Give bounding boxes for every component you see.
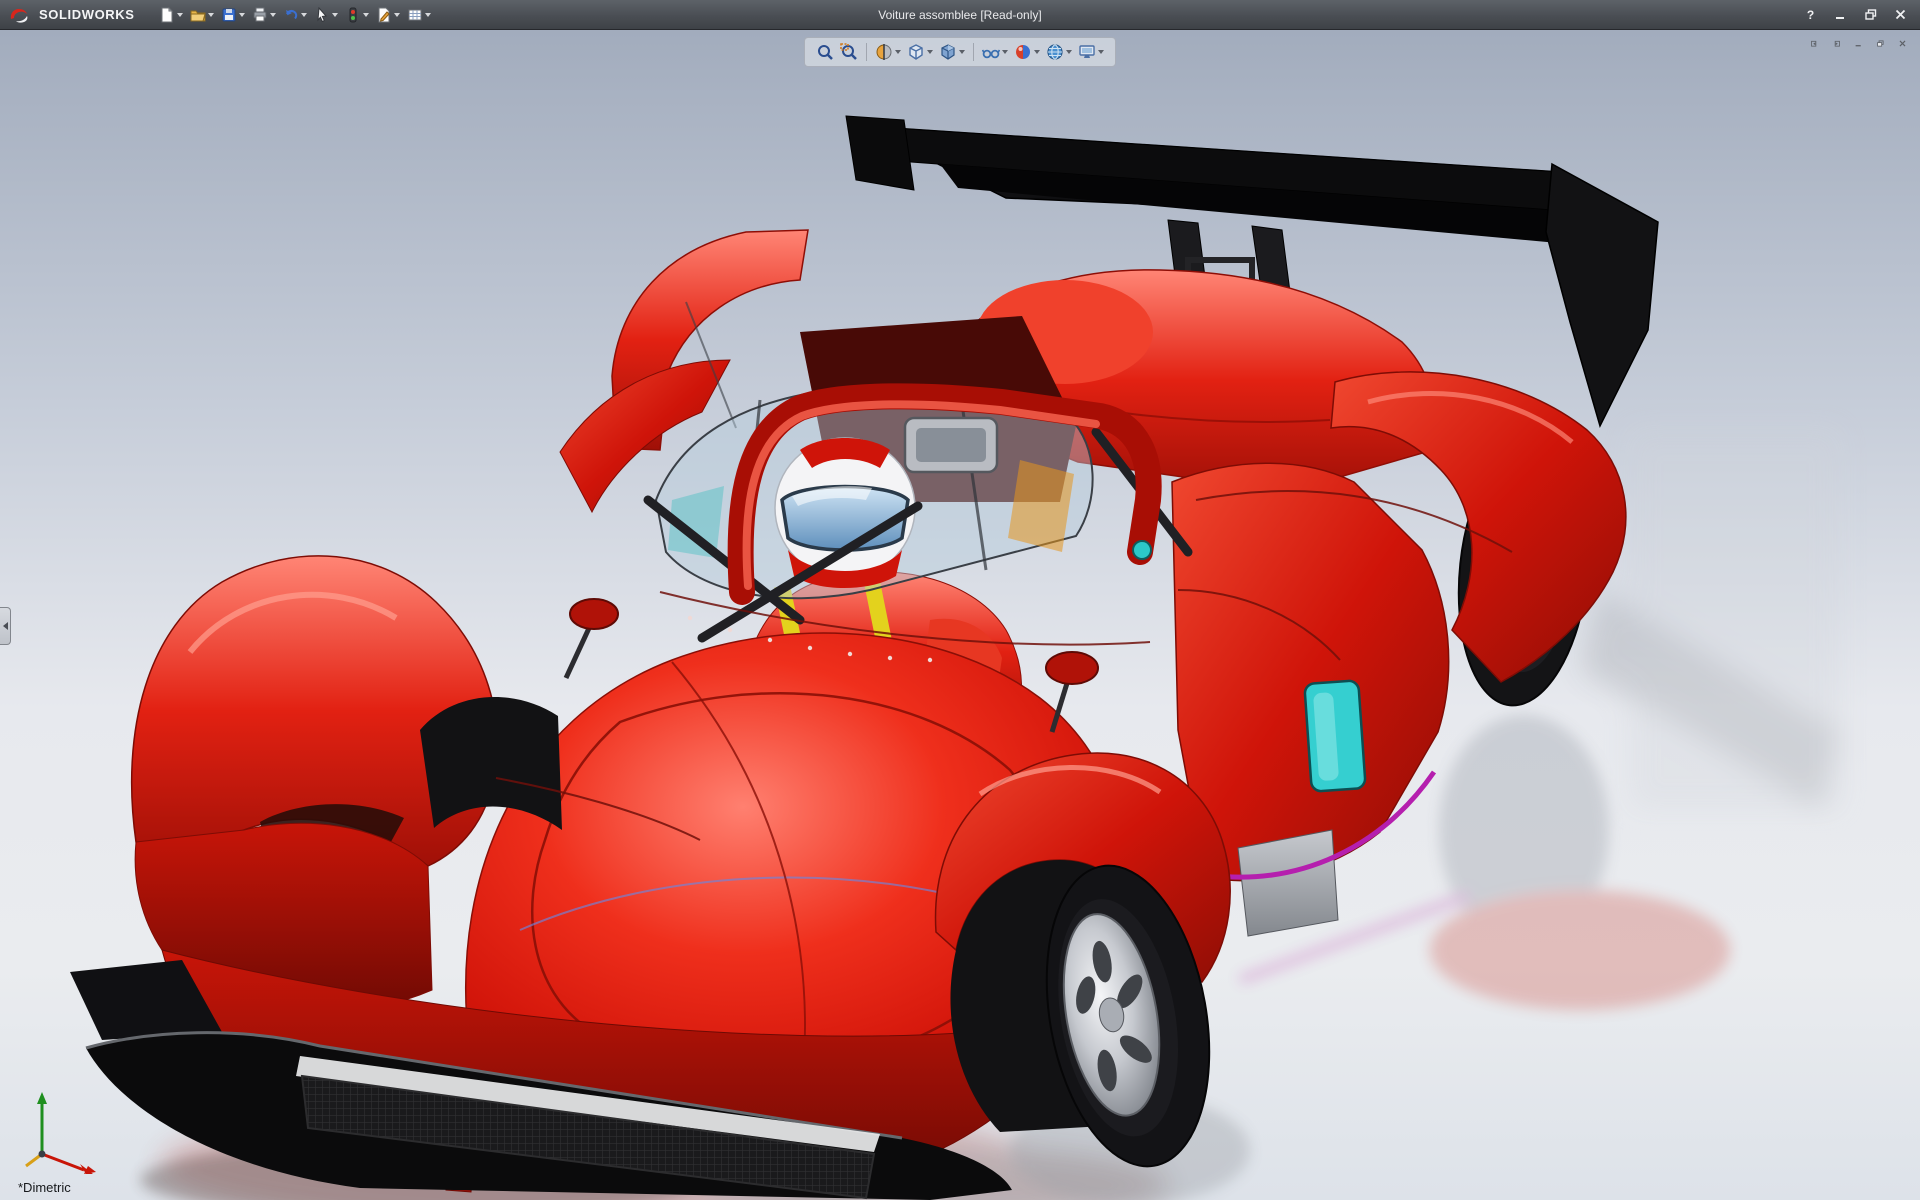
display-style-button[interactable]	[937, 41, 967, 63]
rebuild-button[interactable]	[343, 3, 371, 27]
center-mirror	[903, 416, 999, 474]
window-titlebar: SOLIDWORKS Voiture assomblee [Read-only]…	[0, 0, 1920, 30]
driver-helmet	[774, 437, 916, 588]
open-folder-icon	[190, 10, 206, 21]
save-floppy-icon	[222, 8, 236, 21]
window-controls: ?	[1797, 5, 1914, 25]
zoom-to-area-icon	[840, 43, 857, 60]
new-document-icon	[161, 6, 173, 22]
next-window-button[interactable]	[1827, 35, 1846, 52]
restore-button[interactable]	[1857, 5, 1884, 25]
select-cursor-icon	[316, 6, 327, 22]
doc-minimize-button[interactable]	[1849, 35, 1868, 52]
apply-scene-button[interactable]	[1044, 41, 1074, 63]
sheet-grid-icon	[408, 9, 422, 20]
doc-restore-icon	[1877, 40, 1884, 47]
hide-show-glasses-icon	[982, 49, 1000, 59]
new-document-button[interactable]	[157, 3, 185, 27]
display-style-icon	[941, 44, 955, 60]
minimize-icon	[1836, 17, 1844, 19]
section-view-button[interactable]	[873, 41, 903, 63]
restore-icon	[1864, 9, 1876, 20]
heads-up-toolbar	[804, 37, 1116, 67]
next-window-icon	[1834, 40, 1840, 47]
print-icon	[253, 7, 267, 21]
undo-button[interactable]	[281, 3, 309, 27]
zoom-to-area-button[interactable]	[838, 41, 860, 63]
car-model-scene	[0, 30, 1920, 1200]
undo-arrow-icon	[285, 9, 297, 19]
doc-minimize-icon	[1855, 45, 1861, 47]
zoom-to-fit-button[interactable]	[814, 41, 836, 63]
y-axis-arrow	[37, 1092, 47, 1104]
view-orientation-cube-icon	[909, 44, 923, 60]
select-button[interactable]	[312, 3, 340, 27]
file-properties-button[interactable]	[374, 3, 402, 27]
expand-panel-icon	[2, 622, 8, 630]
toolbar-separator	[866, 43, 867, 61]
doc-close-icon	[1899, 40, 1906, 47]
save-button[interactable]	[219, 3, 247, 27]
doc-restore-button[interactable]	[1871, 35, 1890, 52]
document-window-controls	[1805, 35, 1912, 52]
orientation-triad	[25, 1092, 96, 1174]
brand: SOLIDWORKS	[8, 6, 135, 24]
dassault-3ds-logo	[10, 8, 28, 23]
file-properties-icon	[378, 7, 390, 22]
toolbar-separator	[973, 43, 974, 61]
view-settings-monitor-icon	[1079, 45, 1095, 58]
zoom-to-fit-icon	[818, 45, 833, 60]
fuel-cap-cyan	[1132, 540, 1152, 560]
apply-scene-globe-icon	[1047, 44, 1063, 60]
brand-text: SOLIDWORKS	[39, 7, 135, 22]
hide-show-items-button[interactable]	[980, 41, 1010, 63]
view-orientation-button[interactable]	[905, 41, 935, 63]
title-toolbar	[157, 3, 433, 27]
help-button[interactable]: ?	[1797, 5, 1824, 25]
previous-window-button[interactable]	[1805, 35, 1824, 52]
doc-close-button[interactable]	[1893, 35, 1912, 52]
help-icon: ?	[1806, 7, 1815, 22]
rebuild-traffic-light-icon	[349, 7, 357, 22]
view-settings-button[interactable]	[1076, 41, 1106, 63]
solidworks-window: SOLIDWORKS Voiture assomblee [Read-only]…	[0, 0, 1920, 1200]
view-orientation-label: *Dimetric	[18, 1180, 71, 1195]
minimize-button[interactable]	[1827, 5, 1854, 25]
section-view-icon	[876, 44, 892, 60]
sheet-properties-button[interactable]	[405, 3, 433, 27]
feature-manager-collapsed-tab[interactable]	[0, 607, 11, 645]
graphics-viewport[interactable]: *Dimetric	[0, 30, 1920, 1200]
edit-appearance-button[interactable]	[1012, 41, 1042, 63]
print-button[interactable]	[250, 3, 278, 27]
close-icon	[1895, 9, 1906, 20]
close-button[interactable]	[1887, 5, 1914, 25]
previous-window-icon	[1811, 40, 1817, 47]
edit-appearance-sphere-icon	[1016, 45, 1030, 59]
open-button[interactable]	[188, 3, 216, 27]
